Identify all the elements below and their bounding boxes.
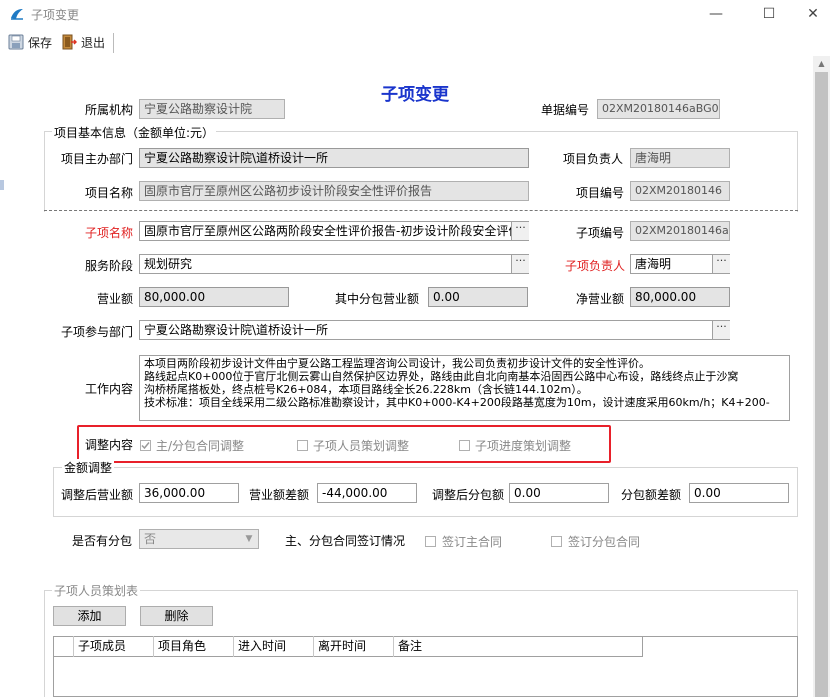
col-member[interactable]: 子项成员: [74, 636, 154, 657]
floppy-disk-icon: [8, 34, 24, 50]
sub-leader-ellipsis-button[interactable]: ···: [712, 255, 730, 273]
project-leader-label: 项目负责人: [563, 152, 624, 166]
org-field[interactable]: 宁夏公路勘察设计院: [139, 99, 285, 119]
org-label: 所属机构: [84, 103, 133, 117]
toolbar-divider: [113, 33, 114, 53]
add-button[interactable]: 添加: [53, 606, 126, 626]
save-button[interactable]: 保存: [8, 32, 52, 52]
sign-sub-checkbox[interactable]: [551, 536, 562, 547]
adj-sub-label: 调整后分包额: [432, 488, 505, 502]
minimize-button[interactable]: —: [693, 0, 739, 28]
content-label: 工作内容: [84, 382, 133, 396]
content-line: 沟桥桥尾搭板处，终点桩号K26+084，本项目路线全长26.228km（含长链1…: [144, 383, 588, 396]
stage-ellipsis-button[interactable]: ···: [511, 255, 529, 273]
dept-label: 项目主办部门: [60, 152, 133, 166]
has-sub-value: 否: [144, 532, 157, 546]
section-divider: [44, 210, 798, 211]
revenue-label: 营业额: [96, 292, 133, 306]
sub-dept-ellipsis-button[interactable]: ···: [712, 321, 730, 339]
project-code-label: 项目编号: [576, 186, 625, 200]
contract-option-label: 主/分包合同调整: [156, 439, 245, 453]
content-line: 技术标准：项目全线采用二级公路标准勘察设计，其中K0+000-K4+200段路基…: [144, 396, 770, 409]
adj-sub-field[interactable]: 0.00: [509, 483, 609, 503]
left-edge-strip: [0, 180, 4, 190]
checkmark-icon: [141, 442, 150, 450]
adjust-label: 调整内容: [85, 438, 134, 452]
delete-button[interactable]: 删除: [140, 606, 213, 626]
adjust-option-staff[interactable]: 子项人员策划调整: [297, 437, 409, 454]
basic-info-title: 项目基本信息（金额单位:元）: [52, 124, 217, 141]
sub-dept-field[interactable]: 宁夏公路勘察设计院\道桥设计一所: [139, 320, 730, 340]
chevron-down-icon[interactable]: ▼: [241, 530, 257, 548]
sub-code-label: 子项编号: [576, 226, 625, 240]
schedule-option-label: 子项进度策划调整: [475, 439, 572, 453]
sub-name-field[interactable]: 固原市官厅至原州区公路两阶段安全性评价报告-初步设计阶段安全评价: [139, 221, 529, 241]
col-remark[interactable]: 备注: [394, 636, 643, 657]
content-line: 本项目两阶段初步设计文件由宁夏公路工程监理咨询公司设计，我公司负责初步设计文件的…: [144, 357, 650, 370]
revenue-diff-field[interactable]: -44,000.00: [317, 483, 417, 503]
app-icon: [11, 9, 23, 20]
exit-door-icon: [62, 34, 77, 50]
scroll-up-arrow-icon[interactable]: ▲: [813, 56, 830, 72]
sub-revenue-field[interactable]: 0.00: [428, 287, 528, 307]
sub-dept-label: 子项参与部门: [60, 325, 133, 339]
project-name-field[interactable]: 固原市官厅至原州区公路初步设计阶段安全性评价报告: [139, 181, 529, 201]
dept-field[interactable]: 宁夏公路勘察设计院\道桥设计一所: [139, 148, 529, 168]
adjust-option-schedule[interactable]: 子项进度策划调整: [459, 437, 571, 454]
maximize-button[interactable]: ☐: [746, 0, 792, 28]
doc-no-field[interactable]: 02XM20180146aBG01: [597, 99, 720, 119]
doc-no-label: 单据编号: [541, 103, 590, 117]
sub-leader-label: 子项负责人: [565, 259, 626, 273]
sub-revenue-label: 其中分包营业额: [335, 292, 420, 306]
scrollbar-thumb[interactable]: [815, 72, 828, 697]
sign-sub-label: 签订分包合同: [568, 535, 641, 549]
sign-main-checkbox[interactable]: [425, 536, 436, 547]
revenue-field[interactable]: 80,000.00: [139, 287, 289, 307]
staff-checkbox[interactable]: [297, 440, 308, 451]
amount-group-title: 金额调整: [62, 459, 115, 476]
staff-plan-title: 子项人员策划表: [52, 582, 141, 599]
stage-field[interactable]: 规划研究: [139, 254, 529, 274]
has-sub-label: 是否有分包: [72, 534, 133, 548]
toolbar: [0, 28, 830, 56]
adj-revenue-field[interactable]: 36,000.00: [139, 483, 239, 503]
net-revenue-label: 净营业额: [576, 292, 625, 306]
work-content-textarea[interactable]: 本项目两阶段初步设计文件由宁夏公路工程监理咨询公司设计，我公司负责初步设计文件的…: [139, 355, 790, 421]
close-button[interactable]: ✕: [790, 0, 830, 28]
save-label: 保存: [28, 35, 53, 50]
col-role[interactable]: 项目角色: [154, 636, 234, 657]
stage-label: 服务阶段: [84, 259, 133, 273]
net-revenue-field[interactable]: 80,000.00: [630, 287, 730, 307]
col-leave-time[interactable]: 离开时间: [314, 636, 394, 657]
project-name-label: 项目名称: [84, 186, 133, 200]
row-selector-header: [53, 636, 74, 657]
sub-diff-field[interactable]: 0.00: [689, 483, 789, 503]
exit-label: 退出: [81, 35, 106, 50]
window-title: 子项变更: [31, 8, 80, 22]
sign-main-label: 签订主合同: [442, 535, 503, 549]
revenue-diff-label: 营业额差额: [249, 488, 310, 502]
exit-button[interactable]: 退出: [61, 32, 105, 52]
sign-main-option[interactable]: 签订主合同: [425, 533, 502, 550]
sub-code-field[interactable]: 02XM20180146a: [630, 221, 730, 241]
contract-status-label: 主、分包合同签订情况: [285, 534, 406, 548]
sub-name-ellipsis-button[interactable]: ···: [511, 222, 529, 240]
sign-sub-option[interactable]: 签订分包合同: [551, 533, 640, 550]
project-code-field[interactable]: 02XM20180146: [630, 181, 730, 201]
sub-diff-label: 分包额差额: [621, 488, 682, 502]
schedule-checkbox[interactable]: [459, 440, 470, 451]
contract-checkbox[interactable]: [140, 440, 151, 451]
adjust-option-contract[interactable]: 主/分包合同调整: [140, 437, 244, 454]
content-line: 路线起点K0+000位于官厅北侧云雾山自然保护区边界处，路线由此自北向南基本沿固…: [144, 370, 739, 383]
sub-name-label: 子项名称: [84, 226, 133, 240]
staff-option-label: 子项人员策划调整: [313, 439, 410, 453]
adj-revenue-label: 调整后营业额: [61, 488, 134, 502]
col-enter-time[interactable]: 进入时间: [234, 636, 314, 657]
project-leader-field[interactable]: 唐海明: [630, 148, 730, 168]
